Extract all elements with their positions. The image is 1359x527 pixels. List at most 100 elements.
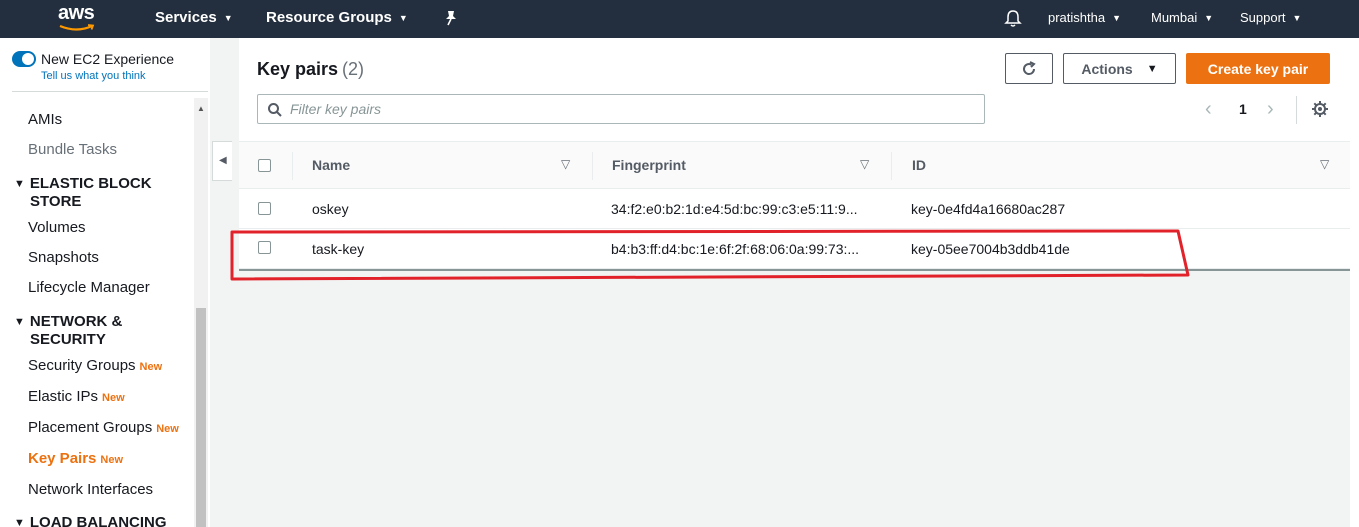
sidebar-item-bundle-tasks[interactable]: Bundle Tasks — [28, 141, 117, 158]
sidebar: New EC2 Experience Tell us what you thin… — [0, 38, 210, 527]
sidebar-item-volumes[interactable]: Volumes — [28, 219, 86, 236]
user-menu[interactable]: pratishtha ▼ — [1048, 0, 1121, 38]
new-experience-label: New EC2 Experience — [41, 51, 175, 67]
table-bottom-border — [239, 269, 1350, 271]
column-header-fingerprint[interactable]: Fingerprint — [612, 157, 686, 173]
chevron-right-icon[interactable]: › — [1267, 98, 1274, 121]
key-id-cell: key-05ee7004b3ddb41de — [911, 241, 1070, 257]
item-count: (2) — [342, 59, 365, 79]
key-id-cell: key-0e4fd4a16680ac287 — [911, 201, 1066, 217]
sidebar-item-placement-groups[interactable]: Placement Groups New — [28, 419, 179, 436]
chevron-left-icon: ◀ — [219, 155, 227, 166]
search-icon — [268, 103, 282, 117]
sidebar-item-label: Key Pairs — [28, 450, 97, 467]
sidebar-scrollbar[interactable]: ▲ — [194, 98, 208, 527]
sidebar-item-elastic-ips[interactable]: Elastic IPs New — [28, 388, 125, 405]
new-badge: New — [139, 361, 163, 373]
actions-button[interactable]: Actions ▼ — [1063, 53, 1176, 84]
section-ebs-line1: ELASTIC BLOCK — [29, 175, 152, 192]
sidebar-collapse-handle[interactable]: ◀ — [212, 141, 232, 181]
region-label: Mumbai — [1151, 10, 1198, 25]
pin-icon[interactable] — [444, 10, 458, 26]
new-badge: New — [156, 423, 179, 435]
feedback-link[interactable]: Tell us what you think — [41, 70, 146, 82]
new-experience-toggle[interactable] — [12, 51, 36, 67]
sort-icon[interactable]: ▽ — [860, 157, 869, 171]
services-menu[interactable]: Services ▼ — [155, 0, 233, 38]
aws-smile-icon — [59, 24, 95, 31]
sidebar-section-load-balancing[interactable]: ▼ LOAD BALANCING — [14, 514, 184, 527]
sidebar-item-snapshots[interactable]: Snapshots — [28, 249, 99, 266]
actions-label: Actions — [1081, 60, 1133, 77]
new-badge: New — [102, 392, 125, 404]
fingerprint-cell: b4:b3:ff:d4:bc:1e:6f:2f:68:06:0a:99:73:.… — [611, 241, 860, 257]
column-header-id[interactable]: ID — [912, 157, 926, 173]
sort-icon[interactable]: ▽ — [1320, 157, 1329, 171]
top-navigation-bar: aws Services ▼ Resource Groups ▼ pratishth… — [0, 0, 1359, 38]
sidebar-item-network-interfaces[interactable]: Network Interfaces — [28, 481, 153, 498]
sidebar-item-label: Security Groups — [28, 357, 136, 374]
search-input[interactable] — [290, 98, 970, 120]
sidebar-divider — [12, 91, 208, 92]
user-label: pratishtha — [1048, 10, 1106, 25]
sort-icon[interactable]: ▽ — [561, 157, 570, 171]
resource-groups-menu[interactable]: Resource Groups ▼ — [266, 0, 408, 38]
support-menu[interactable]: Support ▼ — [1240, 0, 1301, 38]
sidebar-item-lifecycle-manager[interactable]: Lifecycle Manager — [28, 279, 150, 296]
chevron-down-icon: ▼ — [398, 13, 408, 23]
chevron-down-icon: ▼ — [1292, 13, 1302, 23]
chevron-down-icon: ▼ — [1204, 13, 1214, 23]
select-all-checkbox[interactable] — [258, 159, 271, 172]
aws-logo[interactable]: aws — [56, 2, 100, 34]
gear-icon[interactable] — [1311, 100, 1329, 118]
support-label: Support — [1240, 10, 1286, 25]
key-name-cell: task-key — [312, 241, 365, 257]
column-divider — [592, 152, 593, 180]
bell-icon[interactable] — [1004, 9, 1022, 28]
sidebar-item-security-groups[interactable]: Security Groups New — [28, 357, 162, 374]
scrollbar-thumb[interactable] — [196, 308, 206, 527]
column-header-name[interactable]: Name — [312, 157, 350, 173]
services-label: Services — [155, 9, 217, 26]
sidebar-item-amis[interactable]: AMIs — [28, 111, 62, 128]
section-network-line1: NETWORK & — [29, 313, 123, 330]
sidebar-item-key-pairs[interactable]: Key Pairs New — [28, 450, 123, 467]
create-label: Create key pair — [1207, 60, 1309, 77]
refresh-button[interactable] — [1005, 53, 1053, 84]
row-checkbox[interactable] — [258, 241, 271, 254]
aws-logo-text: aws — [58, 2, 95, 24]
table-header: Name ▽ Fingerprint ▽ ID ▽ — [239, 141, 1350, 189]
caret-down-icon: ▼ — [14, 316, 25, 328]
section-ebs-line2: STORE — [30, 193, 82, 210]
refresh-icon — [1023, 60, 1036, 75]
section-lb-line1: LOAD BALANCING — [29, 514, 167, 527]
sidebar-section-ebs[interactable]: ▼ ELASTIC BLOCK STORE — [14, 175, 184, 211]
region-menu[interactable]: Mumbai ▼ — [1151, 0, 1213, 38]
search-box[interactable] — [257, 94, 985, 124]
sidebar-item-label: Elastic IPs — [28, 388, 99, 405]
column-divider — [292, 152, 293, 180]
table-row[interactable]: task-key b4:b3:ff:d4:bc:1e:6f:2f:68:06:0… — [239, 229, 1350, 269]
caret-down-icon: ▼ — [1146, 62, 1158, 75]
create-key-pair-button[interactable]: Create key pair — [1186, 53, 1330, 84]
key-pairs-header: Key pairs(2) Actions▼ Create key pair ‹ … — [239, 38, 1350, 141]
new-badge: New — [100, 454, 124, 466]
sidebar-section-network[interactable]: ▼ NETWORK & SECURITY — [14, 313, 184, 349]
section-network-line2: SECURITY — [30, 331, 106, 348]
key-name-cell: oskey — [312, 201, 349, 217]
page-title: Key pairs (2) — [257, 59, 364, 80]
page-title-text: Key pairs — [257, 59, 339, 79]
fingerprint-cell: 34:f2:e0:b2:1d:e4:5d:bc:99:c3:e5:11:9... — [611, 201, 858, 217]
sidebar-item-label: Placement Groups — [28, 419, 153, 436]
scroll-up-icon[interactable]: ▲ — [197, 104, 205, 113]
pager-divider — [1296, 96, 1297, 124]
chevron-left-icon[interactable]: ‹ — [1205, 98, 1212, 121]
page-number[interactable]: 1 — [1239, 101, 1247, 117]
right-margin — [1350, 38, 1359, 527]
main-content: Key pairs(2) Actions▼ Create key pair ‹ … — [239, 38, 1350, 527]
chevron-down-icon: ▼ — [223, 13, 233, 23]
table-row[interactable]: oskey 34:f2:e0:b2:1d:e4:5d:bc:99:c3:e5:1… — [239, 189, 1350, 229]
caret-down-icon: ▼ — [14, 178, 25, 190]
row-checkbox[interactable] — [258, 202, 271, 215]
column-divider — [891, 152, 892, 180]
